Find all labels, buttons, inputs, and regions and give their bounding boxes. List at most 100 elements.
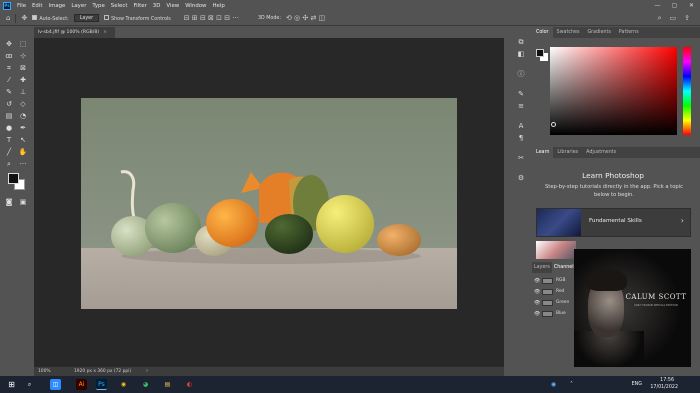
lasso-icon[interactable]: ꝏ — [3, 51, 15, 61]
tab-color[interactable]: Color — [532, 27, 553, 38]
menu-3d[interactable]: 3D — [150, 3, 164, 9]
fundamental-skills-card[interactable]: Fundamental Skills › — [536, 208, 691, 237]
layer-comps-icon[interactable]: ◧ — [515, 49, 527, 59]
hand-icon[interactable]: ✋ — [17, 147, 29, 157]
channel-row[interactable]: 👁 Blue — [532, 309, 576, 319]
menu-view[interactable]: View — [163, 3, 182, 9]
language-indicator[interactable]: ENG — [632, 382, 642, 387]
eye-icon[interactable]: 👁 — [534, 276, 540, 286]
search-icon[interactable]: ⌕ — [658, 14, 662, 23]
share-icon[interactable]: ⇪ — [684, 14, 690, 23]
album-art-overlay[interactable]: CALUM SCOTT ONLY HUMAN SPECIAL EDITION — [574, 249, 691, 367]
search-taskbar-icon[interactable]: ⌕ — [24, 379, 35, 390]
color-picker-field[interactable] — [550, 47, 677, 135]
menu-file[interactable]: File — [14, 3, 29, 9]
screen-mode-icon[interactable]: ▣ — [17, 197, 29, 207]
frame-icon[interactable]: ⊠ — [17, 63, 29, 73]
auto-select-checkbox[interactable]: Auto-Select: — [32, 14, 69, 22]
color-picker-cursor[interactable] — [551, 122, 556, 127]
info-icon[interactable]: ⓘ — [515, 69, 527, 79]
tab-patterns[interactable]: Patterns — [615, 27, 643, 38]
eye-icon[interactable]: 👁 — [534, 298, 540, 308]
more-tools-icon[interactable]: ··· — [17, 159, 29, 169]
zoom-icon[interactable]: ⌕ — [3, 159, 15, 169]
status-arrow-icon[interactable]: › — [146, 367, 148, 376]
home-icon[interactable]: ⌂ — [6, 14, 10, 22]
chrome-icon[interactable]: ◉ — [118, 379, 129, 390]
quick-mask-icon[interactable]: ◙ — [3, 197, 15, 207]
channel-row[interactable]: 👁 Red — [532, 287, 576, 297]
chat-app-icon[interactable]: ◕ — [140, 379, 151, 390]
move-tool-icon[interactable]: ✥ — [21, 14, 27, 22]
foreground-background-colors[interactable] — [8, 173, 26, 191]
document-image[interactable] — [81, 98, 457, 309]
tab-gradients[interactable]: Gradients — [583, 27, 614, 38]
adjust-icon[interactable]: ≡ — [515, 101, 527, 111]
brush-settings-icon[interactable]: ✎ — [515, 89, 527, 99]
channel-row[interactable]: 👁 Green — [532, 298, 576, 308]
paragraph-icon[interactable]: ¶ — [515, 133, 527, 143]
eye-icon[interactable]: 👁 — [534, 287, 540, 297]
close-button[interactable]: ✕ — [683, 0, 700, 11]
move-icon[interactable]: ✥ — [3, 39, 15, 49]
hue-slider[interactable] — [683, 47, 691, 135]
menu-filter[interactable]: Filter — [130, 3, 149, 9]
character-icon[interactable]: A — [515, 121, 527, 131]
second-card-thumbnail[interactable] — [536, 241, 576, 259]
menu-window[interactable]: Window — [182, 3, 209, 9]
blur-icon[interactable]: ◔ — [17, 111, 29, 121]
properties-icon[interactable]: ⚙ — [515, 173, 527, 183]
auto-select-dropdown[interactable]: Layer — [73, 14, 100, 22]
edge-icon[interactable]: ◉ — [548, 379, 559, 390]
chrome-profile-icon[interactable]: ◐ — [184, 379, 195, 390]
history-icon[interactable]: ⧉ — [515, 37, 527, 47]
brush-icon[interactable]: ✎ — [3, 87, 15, 97]
3d-mode-icons[interactable]: ⟲ ◎ ✣ ⇄ ◫ — [286, 14, 325, 22]
show-transform-checkbox[interactable]: Show Transform Controls — [104, 14, 171, 22]
align-icons[interactable]: ⊟ ⊞ ⊟ ⊠ ⊡ ⊟ ··· — [184, 14, 239, 22]
photoshop-taskbar-icon[interactable]: Ps — [96, 379, 107, 390]
maximize-button[interactable]: ▢ — [666, 0, 683, 11]
healing-icon[interactable]: ✚ — [17, 75, 29, 85]
zoom-level[interactable]: 100% — [38, 367, 51, 376]
tab-learn[interactable]: Learn — [532, 147, 554, 158]
tab-layers[interactable]: Layers — [532, 262, 552, 273]
stamp-icon[interactable]: ⊥ — [17, 87, 29, 97]
type-icon[interactable]: T — [3, 135, 15, 145]
start-icon[interactable]: ⊞ — [6, 379, 17, 390]
tab-adjustments[interactable]: Adjustments — [582, 147, 620, 158]
close-tab-icon[interactable]: × — [103, 30, 107, 35]
eye-icon[interactable]: 👁 — [534, 309, 540, 319]
tools-icon[interactable]: ✂ — [515, 153, 527, 163]
tab-libraries[interactable]: Libraries — [553, 147, 582, 158]
tab-swatches[interactable]: Swatches — [553, 27, 584, 38]
pen-icon[interactable]: ✒ — [17, 123, 29, 133]
menu-layer[interactable]: Layer — [68, 3, 89, 9]
document-tab[interactable]: lv-sb4.jfif @ 100% (RGB/8) × — [34, 27, 115, 38]
channel-row[interactable]: 👁 RGB — [532, 276, 576, 286]
menu-select[interactable]: Select — [108, 3, 131, 9]
quick-select-icon[interactable]: ⊹ — [17, 51, 29, 61]
history-brush-icon[interactable]: ↺ — [3, 99, 15, 109]
dodge-icon[interactable]: ● — [3, 123, 15, 133]
crop-icon[interactable]: ⌗ — [3, 63, 15, 73]
line-icon[interactable]: ╱ — [3, 147, 15, 157]
menu-type[interactable]: Type — [89, 3, 107, 9]
color-panel-swatches[interactable] — [536, 49, 548, 61]
menu-help[interactable]: Help — [209, 3, 227, 9]
eraser-icon[interactable]: ◇ — [17, 99, 29, 109]
path-select-icon[interactable]: ↖ — [17, 135, 29, 145]
menu-image[interactable]: Image — [45, 3, 68, 9]
minimize-button[interactable]: — — [649, 0, 666, 11]
file-explorer-icon[interactable]: ▤ — [162, 379, 173, 390]
workspace-icon[interactable]: ▭ — [670, 14, 677, 23]
gradient-icon[interactable]: ▤ — [3, 111, 15, 121]
tray-chevron-icon[interactable]: ˄ — [566, 379, 577, 390]
marquee-icon[interactable]: ⬚ — [17, 39, 29, 49]
eyedropper-icon[interactable]: ⁄ — [3, 75, 15, 85]
clock-date[interactable]: 17/01/2022 — [650, 385, 678, 390]
foreground-swatch[interactable] — [8, 173, 19, 184]
menu-edit[interactable]: Edit — [29, 3, 45, 9]
clock-time[interactable]: 17:56 — [660, 378, 674, 383]
zoom-app-icon[interactable]: ◫ — [50, 379, 61, 390]
